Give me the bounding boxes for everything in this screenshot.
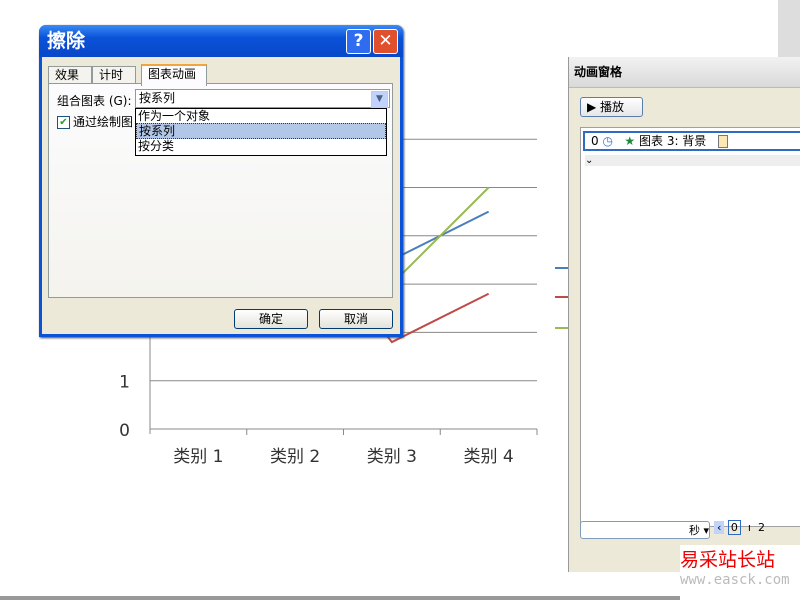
tab-chart-animation[interactable]: 图表动画 (141, 64, 207, 86)
animation-pane: 动画窗格 ▶ 播放 0 ◷ ★ 图表 3: 背景 ⌄ 秒 ▾ ‹ 0 ı 2 (568, 57, 800, 572)
group-chart-label: 组合图表 (G): (57, 94, 132, 108)
checkbox-label: 通过绘制图 (73, 115, 134, 129)
cancel-button[interactable]: 取消 (319, 309, 393, 329)
time-unit: 秒 (688, 524, 700, 537)
star-icon: ★ (624, 134, 636, 148)
pane-title: 动画窗格 (569, 57, 800, 88)
group-chart-value: 按系列 (139, 91, 176, 105)
x-tick-label: 类别 3 (367, 447, 417, 467)
play-button[interactable]: ▶ 播放 (580, 97, 643, 117)
scroll-left-icon[interactable]: ‹ (714, 521, 725, 534)
tab-effect[interactable]: 效果 (48, 66, 92, 84)
check-icon: ✔ (57, 116, 70, 129)
option-by-category[interactable]: 按分类 (136, 139, 386, 153)
y-tick-label: 1 (119, 373, 130, 393)
watermark-url: www.easck.com (680, 572, 790, 588)
option-by-series[interactable]: 按系列 (136, 123, 386, 139)
animation-item[interactable]: 0 ◷ ★ 图表 3: 背景 (583, 131, 800, 151)
play-icon: ▶ (587, 100, 601, 114)
play-label: 播放 (600, 100, 625, 114)
watermark: 易采站长站 www.easck.com (680, 545, 800, 600)
draw-background-checkbox[interactable]: ✔ 通过绘制图 (57, 113, 133, 130)
x-tick-label: 类别 2 (270, 447, 320, 467)
dialog-titlebar[interactable]: 擦除 ? ✕ (39, 25, 403, 57)
seconds-dropdown[interactable]: 秒 ▾ (580, 521, 710, 539)
group-chart-options: 作为一个对象 按系列 按分类 (135, 108, 387, 156)
option-as-one-object[interactable]: 作为一个对象 (136, 109, 386, 123)
tab-timing[interactable]: 计时 (92, 66, 136, 84)
timeline-ruler: ‹ 0 ı 2 (714, 520, 765, 535)
wipe-dialog: 擦除 ? ✕ 效果 计时 图表动画 组合图表 (G): 按系列 ▼ 作为一个对象… (39, 25, 403, 337)
dialog-title: 擦除 (47, 30, 86, 52)
chevron-down-icon[interactable]: ▼ (371, 91, 388, 108)
y-tick-label: 0 (119, 421, 130, 441)
expand-chevron-icon[interactable]: ⌄ (585, 155, 800, 166)
chart-animation-panel: 组合图表 (G): 按系列 ▼ 作为一个对象 按系列 按分类 ✔ 通过绘制图 (48, 83, 393, 298)
group-chart-select[interactable]: 按系列 ▼ (135, 89, 390, 108)
item-label: 图表 3: 背景 (639, 134, 707, 148)
close-button[interactable]: ✕ (373, 29, 398, 54)
ruler-0: 0 (727, 520, 741, 535)
slide-border (0, 596, 680, 600)
timeline-bar (718, 135, 729, 148)
x-tick-label: 类别 4 (464, 447, 514, 467)
animation-list: 0 ◷ ★ 图表 3: 背景 ⌄ (580, 127, 800, 527)
clock-icon: ◷ (602, 134, 613, 148)
x-tick-label: 类别 1 (173, 447, 223, 467)
help-button[interactable]: ? (346, 29, 371, 54)
ok-button[interactable]: 确定 (234, 309, 308, 329)
ruler-2: 2 (757, 521, 765, 534)
item-index: 0 (591, 134, 599, 148)
watermark-cn: 易采站长站 (680, 549, 776, 571)
